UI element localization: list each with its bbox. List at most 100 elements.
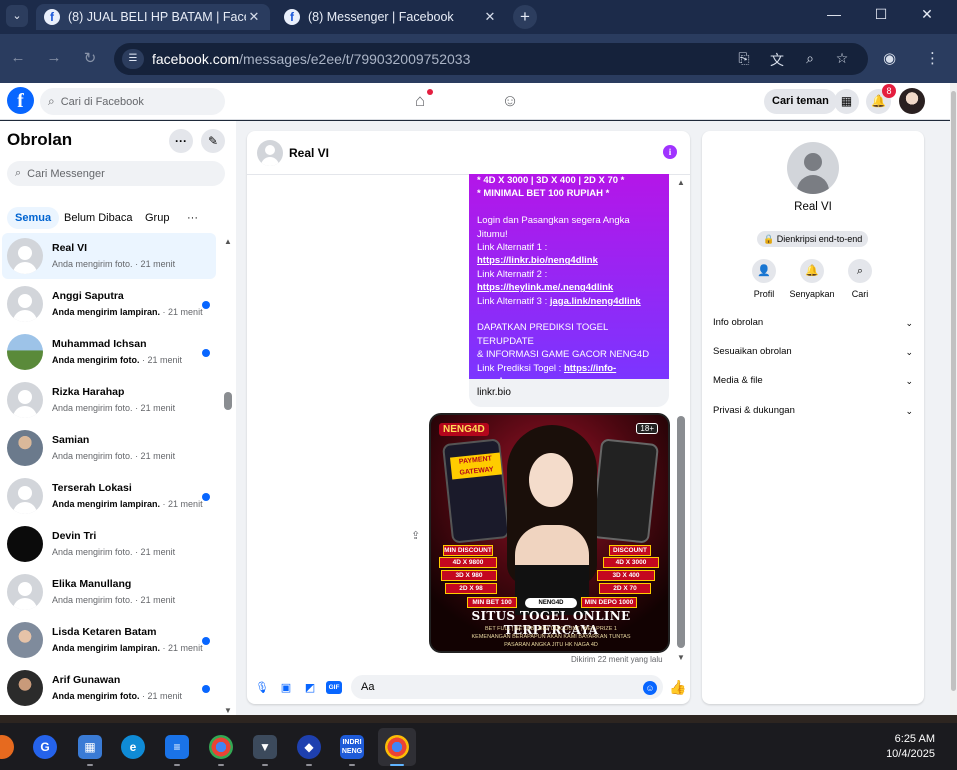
app-icon[interactable]: ▼ [253,735,277,759]
section-privacy-support[interactable]: Privasi & dukungan ⌄ [713,401,913,421]
chat-item-lisda-ketaren-batam[interactable]: Lisda Ketaren Batam Anda mengirim lampir… [2,617,216,663]
message-input[interactable] [351,675,663,699]
tab-jual-beli[interactable]: f (8) JUAL BELI HP BATAM | Faceb ✕ [36,4,270,30]
chat-item-terserah-lokasi[interactable]: Terserah Lokasi Anda mengirim lampiran. … [2,473,216,519]
system-clock[interactable]: 6:25 AM 10/4/2025 [886,732,935,762]
photo-icon[interactable]: ▣ [278,681,294,695]
firefox-icon[interactable] [0,735,14,759]
scroll-up-icon[interactable]: ▲ [224,237,232,246]
find-friends-button[interactable]: Cari teman [764,89,837,114]
chat-item-arif-gunawan[interactable]: Arif Gunawan Anda mengirim foto. · 21 me… [2,665,216,711]
avatar [7,238,43,274]
forward-icon[interactable]: → [44,49,64,66]
section-chat-info[interactable]: Info obrolan ⌄ [713,313,913,333]
menu-grid-icon[interactable]: ▦ [834,89,859,114]
filter-unread[interactable]: Belum Dibaca [56,207,140,229]
facebook-logo-icon[interactable]: f [7,87,34,114]
profile-action[interactable]: 👤 Profil [739,259,789,299]
clock-time: 6:25 AM [894,733,935,745]
calculator-icon[interactable]: ▦ [78,735,102,759]
messenger-search-input[interactable]: ⌕ Cari Messenger [7,161,225,186]
contact-avatar[interactable] [787,142,839,194]
scrollbar-thumb[interactable] [224,392,232,410]
close-window-icon[interactable]: ✕ [915,6,939,23]
new-message-icon[interactable]: ✎ [201,129,225,153]
contact-name[interactable]: Real VI [289,146,329,160]
contact-avatar[interactable] [257,140,283,166]
profile-icon[interactable]: ◉ [883,49,896,67]
chat-list-scrollbar[interactable]: ▲ ▼ [224,237,232,715]
chevron-down-icon: ⌄ [905,318,913,328]
bookmark-star-icon[interactable]: ☆ [832,50,852,67]
chat-item-devin-tri[interactable]: Devin Tri Anda mengirim foto. · 21 menit [2,521,216,567]
facebook-search-input[interactable]: ⌕ Cari di Facebook [40,88,225,115]
minimize-icon[interactable]: — [822,6,846,22]
app-icon[interactable]: G [33,735,57,759]
maximize-icon[interactable]: ☐ [869,6,893,23]
alt-link-3[interactable]: jaga.link/neng4dlink [550,296,641,307]
image-headline: SITUS TOGEL ONLINE TERPERCAYA [471,609,631,637]
mute-action[interactable]: 🔔 Senyapkan [787,259,837,299]
install-app-icon[interactable]: ⎘ [734,50,754,67]
reload-icon[interactable]: ↻ [80,49,100,67]
filter-all[interactable]: Semua [7,207,60,229]
alt-link-2[interactable]: https://heylink.me/.neng4dlink [477,282,613,293]
encryption-badge[interactable]: 🔒 Dienkripsi end-to-end [757,231,869,247]
page-scrollbar[interactable] [950,83,957,715]
filter-groups[interactable]: Grup [137,207,177,229]
chat-name: Anggi Saputra [52,290,124,302]
filter-more-icon[interactable]: ··· [179,207,206,229]
prediction-link[interactable]: https://info- [564,363,616,374]
chat-name: Lisda Ketaren Batam [52,626,157,638]
edge-icon[interactable]: e [121,735,145,759]
chat-item-muhammad-ichsan[interactable]: Muhammad Ichsan Anda mengirim foto. · 21… [2,329,216,375]
sent-image[interactable]: PAYMENT GATEWAY NENG4D 18+ MIN DISCOUNT … [429,413,670,653]
share-icon[interactable]: ⇪ [411,529,420,542]
zoom-icon[interactable]: ⌕ [800,50,820,67]
scrollbar-thumb[interactable] [677,416,685,648]
like-icon[interactable]: 👍 [669,679,686,696]
avatar [7,478,43,514]
microphone-icon[interactable]: 🎙 [254,681,270,695]
sticker-icon[interactable]: ◩ [302,681,318,695]
chat-item-samian[interactable]: Samian Anda mengirim foto. · 21 menit [2,425,216,471]
more-options-icon[interactable]: ··· [169,129,193,153]
tab-search-button[interactable]: ⌄ [6,5,28,27]
chat-item-real-vi[interactable]: Real VI Anda mengirim foto. · 21 menit [2,233,216,279]
chrome-active-icon[interactable] [385,735,409,759]
chat-item-rizka-harahap[interactable]: Rizka Harahap Anda mengirim foto. · 21 m… [2,377,216,423]
chat-item-anggi-saputra[interactable]: Anggi Saputra Anda mengirim lampiran. · … [2,281,216,327]
gif-icon[interactable]: GIF [326,681,342,694]
scroll-up-icon[interactable]: ▲ [677,178,685,187]
browser-menu-icon[interactable]: ⋮ [925,49,940,67]
address-bar[interactable]: ☰ facebook.com/messages/e2ee/t/799032009… [114,43,868,75]
section-media-files[interactable]: Media & file ⌄ [713,371,913,391]
indri-neng-icon[interactable]: INDRI NENG [340,735,364,759]
chat-item-elika-manullang[interactable]: Elika Manullang Anda mengirim foto. · 21… [2,569,216,615]
back-icon[interactable]: ← [8,49,28,66]
info-icon[interactable]: i [663,145,677,159]
new-tab-button[interactable]: + [513,5,537,29]
conversation-scrollbar[interactable]: ▲ ▼ [677,178,685,662]
avatar [7,622,43,658]
notepad-icon[interactable]: ≡ [165,735,189,759]
account-avatar[interactable] [899,88,925,114]
scroll-down-icon[interactable]: ▼ [224,706,232,715]
scroll-down-icon[interactable]: ▼ [677,653,685,662]
chrome-icon[interactable] [209,735,233,759]
site-info-icon[interactable]: ☰ [122,49,144,69]
app-icon[interactable]: ◆ [297,735,321,759]
chat-list: Real VI Anda mengirim foto. · 21 menit A… [0,233,222,715]
alt-link-1[interactable]: https://linkr.bio/neng4dlink [477,255,598,266]
search-action[interactable]: ⌕ Cari [835,259,885,299]
tab-messenger[interactable]: f (8) Messenger | Facebook ✕ [276,4,506,30]
translate-icon[interactable]: 文 [767,50,787,70]
section-customize-chat[interactable]: Sesuaikan obrolan ⌄ [713,342,913,362]
link-preview[interactable]: linkr.bio [469,379,669,407]
browser-toolbar: ← → ↻ ☰ facebook.com/messages/e2ee/t/799… [0,34,957,83]
emoji-icon[interactable]: ☺ [643,681,657,695]
scrollbar-thumb[interactable] [951,91,956,691]
close-tab-icon[interactable]: ✕ [482,9,498,25]
close-tab-icon[interactable]: ✕ [246,9,262,25]
groups-icon[interactable]: ☺ [498,91,522,111]
